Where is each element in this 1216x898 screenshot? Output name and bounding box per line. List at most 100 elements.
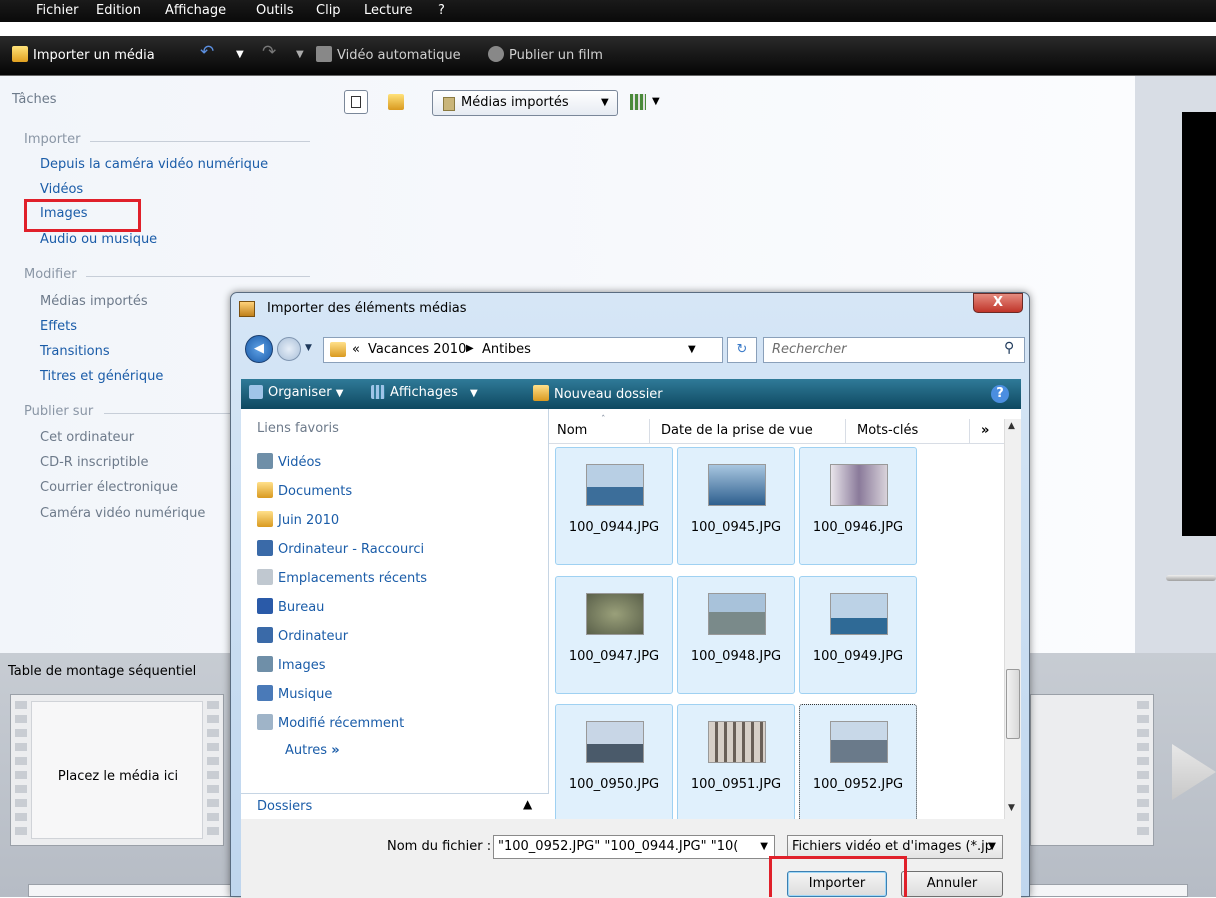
new-folder-icon (533, 385, 549, 401)
scroll-thumb[interactable] (1006, 669, 1020, 739)
column-keywords[interactable]: Mots-clés (857, 423, 918, 438)
help-icon[interactable]: ? (991, 385, 1009, 403)
thumbnail (708, 721, 766, 763)
drop-hint: Placez le média ici (57, 769, 179, 784)
redo-icon[interactable]: ↷ (262, 42, 276, 62)
file-tile[interactable]: 100_0945.JPG (677, 447, 795, 565)
views-button[interactable]: Affichages ▼ (371, 385, 478, 400)
task-imported-media[interactable]: Médias importés (40, 294, 148, 309)
undo-dropdown-icon[interactable]: ▼ (236, 49, 244, 60)
back-button[interactable]: ◀ (245, 335, 273, 363)
folder-up-icon[interactable] (388, 94, 404, 110)
new-folder-button[interactable]: Nouveau dossier (533, 385, 663, 402)
menu-edition[interactable]: Edition (96, 3, 141, 18)
fav-desktop[interactable]: Bureau (257, 598, 324, 615)
menu-lecture[interactable]: Lecture (364, 3, 413, 18)
file-tile[interactable]: 100_0944.JPG (555, 447, 673, 565)
menu-outils[interactable]: Outils (256, 3, 294, 18)
fav-computer-shortcut[interactable]: Ordinateur - Raccourci (257, 540, 424, 557)
refresh-icon[interactable]: ↻ (727, 337, 757, 363)
task-publish-email[interactable]: Courrier électronique (40, 480, 178, 495)
storyboard-slot[interactable] (1030, 694, 1154, 846)
fav-images[interactable]: Images (257, 656, 326, 673)
file-tile[interactable]: 100_0947.JPG (555, 576, 673, 694)
task-titles[interactable]: Titres et générique (40, 369, 163, 384)
scroll-up-icon[interactable]: ▲ (1008, 421, 1015, 431)
scroll-down-icon[interactable]: ▼ (1008, 803, 1015, 813)
favorites-title: Liens favoris (257, 421, 339, 436)
menu-affichage[interactable]: Affichage (165, 3, 226, 18)
task-transitions[interactable]: Transitions (40, 344, 110, 359)
search-input[interactable]: Rechercher ⚲ (763, 337, 1025, 363)
fav-recently-modified[interactable]: Modifié récemment (257, 714, 404, 731)
tasks-title: Tâches (12, 92, 57, 107)
fav-juin-2010[interactable]: Juin 2010 (257, 511, 339, 528)
file-tile[interactable]: 100_0949.JPG (799, 576, 917, 694)
publish-section-header: Publier sur (24, 404, 94, 419)
organize-button[interactable]: Organiser ▼ (249, 385, 343, 400)
folders-toggle[interactable]: Dossiers ▲ (241, 793, 549, 819)
preview-monitor (1182, 112, 1216, 536)
task-effects[interactable]: Effets (40, 319, 77, 334)
forward-button[interactable] (277, 337, 301, 361)
address-dropdown-icon[interactable]: ▼ (688, 344, 696, 355)
collection-dropdown[interactable]: Médias importés ▼ (432, 90, 618, 116)
undo-icon[interactable]: ↶ (200, 42, 214, 62)
favorites-pane: Liens favoris Vidéos Documents Juin 2010… (241, 409, 549, 819)
menu-clip[interactable]: Clip (316, 3, 341, 18)
auto-video-icon (316, 46, 332, 62)
folder-icon (257, 511, 273, 527)
column-date[interactable]: Date de la prise de vue (661, 423, 813, 438)
file-tile[interactable]: 100_0950.JPG (555, 704, 673, 822)
chevron-down-icon: ▼ (758, 841, 768, 852)
cancel-button[interactable]: Annuler (901, 871, 1003, 897)
thumbnail (586, 464, 644, 506)
view-mode-icon[interactable] (630, 94, 646, 110)
storyboard-title[interactable]: Table de montage séquentiel (8, 664, 196, 679)
task-import-camera[interactable]: Depuis la caméra vidéo numérique (40, 157, 268, 172)
breadcrumb-vacances[interactable]: Vacances 2010 (368, 342, 466, 357)
auto-video-button[interactable]: Vidéo automatique (316, 46, 461, 63)
task-import-videos[interactable]: Vidéos (40, 182, 83, 197)
path-overflow-icon[interactable]: « (352, 342, 360, 357)
file-tile[interactable]: 100_0946.JPG (799, 447, 917, 565)
vertical-scrollbar[interactable]: ▲ ▼ (1004, 419, 1021, 819)
file-tile[interactable]: 100_0948.JPG (677, 576, 795, 694)
more-columns-icon[interactable]: » (981, 423, 989, 438)
view-mode-dropdown-icon[interactable]: ▼ (652, 96, 660, 107)
thumbnail (830, 721, 888, 763)
history-dropdown-icon[interactable]: ▼ (305, 343, 312, 353)
storyboard-slot[interactable]: Placez le média ici (10, 694, 224, 846)
file-tile[interactable]: 100_0951.JPG (677, 704, 795, 822)
fav-recent-places[interactable]: Emplacements récents (257, 569, 427, 586)
collection-icon (443, 97, 455, 111)
chevron-down-icon: ▼ (601, 97, 609, 108)
menu-help[interactable]: ? (438, 3, 445, 18)
fav-more[interactable]: Autres » (285, 743, 340, 758)
fav-videos[interactable]: Vidéos (257, 453, 321, 470)
fav-music[interactable]: Musique (257, 685, 332, 702)
menu-fichier[interactable]: Fichier (36, 3, 79, 18)
import-section-header: Importer (24, 132, 81, 147)
tasks-toggle-button[interactable] (344, 90, 368, 114)
breadcrumb-antibes[interactable]: Antibes (482, 342, 531, 357)
task-publish-cdr[interactable]: CD-R inscriptible (40, 455, 149, 470)
address-bar[interactable]: « Vacances 2010 ▶ Antibes ▼ (323, 337, 723, 363)
task-publish-camera[interactable]: Caméra vidéo numérique (40, 506, 205, 521)
seek-slider[interactable] (1166, 575, 1216, 581)
file-tile-focused[interactable]: 100_0952.JPG (799, 704, 917, 822)
computer-icon (257, 540, 273, 556)
task-import-audio[interactable]: Audio ou musique (40, 232, 157, 247)
sort-asc-icon: ˆ (601, 415, 606, 425)
filename-input[interactable]: "100_0952.JPG" "100_0944.JPG" "10( ▼ (493, 835, 775, 859)
publish-movie-button[interactable]: Publier un film (488, 46, 603, 63)
column-name[interactable]: Nom (557, 423, 587, 438)
close-button[interactable]: X (973, 293, 1023, 313)
fav-documents[interactable]: Documents (257, 482, 352, 499)
import-media-button[interactable]: Importer un média (12, 46, 155, 63)
redo-dropdown-icon[interactable]: ▼ (296, 49, 304, 60)
fav-computer[interactable]: Ordinateur (257, 627, 348, 644)
task-publish-computer[interactable]: Cet ordinateur (40, 430, 134, 445)
search-icon[interactable]: ⚲ (1004, 340, 1014, 356)
thumbnail (586, 721, 644, 763)
